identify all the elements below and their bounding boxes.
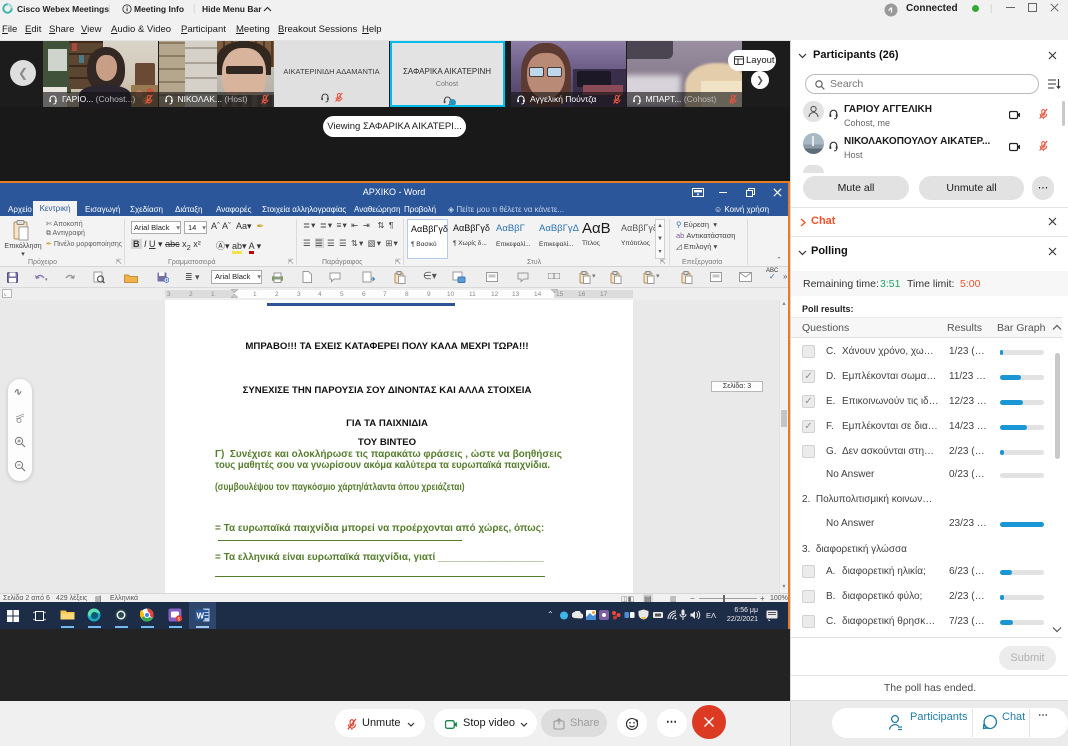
svg-text:W: W — [197, 612, 205, 621]
svg-text:▾: ▾ — [45, 277, 48, 283]
